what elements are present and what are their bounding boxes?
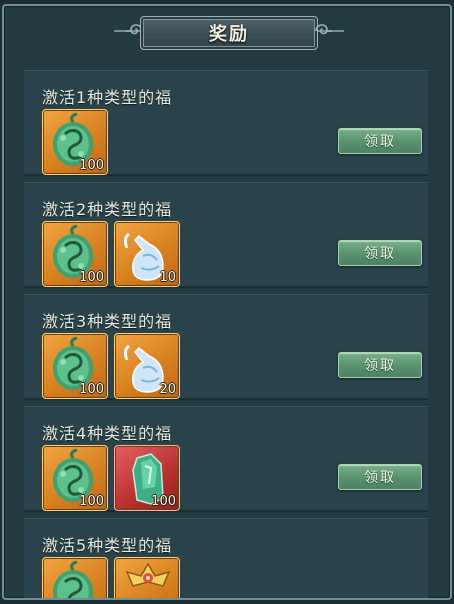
reward-row: 激活2种类型的福 100 10 领取: [24, 182, 428, 288]
reward-item-slot[interactable]: [42, 557, 108, 598]
reward-item-slot[interactable]: 100: [42, 109, 108, 175]
claim-button[interactable]: 领取: [338, 240, 422, 266]
reward-list[interactable]: 激活1种类型的福 100 领取 激活2种类型的福 100 10 领取 激活3种类…: [24, 70, 428, 598]
reward-item-slot[interactable]: 10: [114, 221, 180, 287]
reward-item-slot[interactable]: 100: [42, 333, 108, 399]
item-quantity: 100: [79, 158, 104, 173]
reward-item-slot[interactable]: 100: [42, 445, 108, 511]
page-title: 奖励: [209, 24, 249, 45]
reward-row: 激活1种类型的福 100 领取: [24, 70, 428, 176]
reward-item-slot[interactable]: 100: [42, 221, 108, 287]
title-banner: 奖励: [4, 6, 450, 56]
reward-condition-label: 激活4种类型的福: [42, 424, 173, 443]
reward-item-slot[interactable]: 20: [114, 333, 180, 399]
reward-item-slot[interactable]: 100: [114, 445, 180, 511]
reward-condition-label: 激活3种类型的福: [42, 312, 173, 331]
reward-row: 激活5种类型的福: [24, 518, 428, 598]
reward-row: 激活3种类型的福 100 20 领取: [24, 294, 428, 400]
jade-pouch-icon: [53, 560, 93, 598]
item-quantity: 10: [159, 270, 176, 285]
reward-condition-label: 激活5种类型的福: [42, 536, 173, 555]
item-quantity: 100: [79, 494, 104, 509]
item-quantity: 100: [151, 494, 176, 509]
item-quantity: 20: [159, 382, 176, 397]
title-plate: 奖励: [140, 16, 318, 50]
reward-item-slot[interactable]: [114, 557, 180, 598]
reward-condition-label: 激活1种类型的福: [42, 88, 173, 107]
item-quantity: 100: [79, 382, 104, 397]
item-quantity: 100: [79, 270, 104, 285]
claim-button[interactable]: 领取: [338, 464, 422, 490]
reward-condition-label: 激活2种类型的福: [42, 200, 173, 219]
cloud-knot-icon: [315, 24, 332, 35]
golden-emblem-icon: [125, 562, 171, 587]
claim-button[interactable]: 领取: [338, 352, 422, 378]
reward-panel: 奖励 激活1种类型的福 100 领取 激活2种类型的福 100 10 领取 激活…: [2, 4, 452, 600]
reward-row: 激活4种类型的福 100 100 领取: [24, 406, 428, 512]
claim-button[interactable]: 领取: [338, 128, 422, 154]
